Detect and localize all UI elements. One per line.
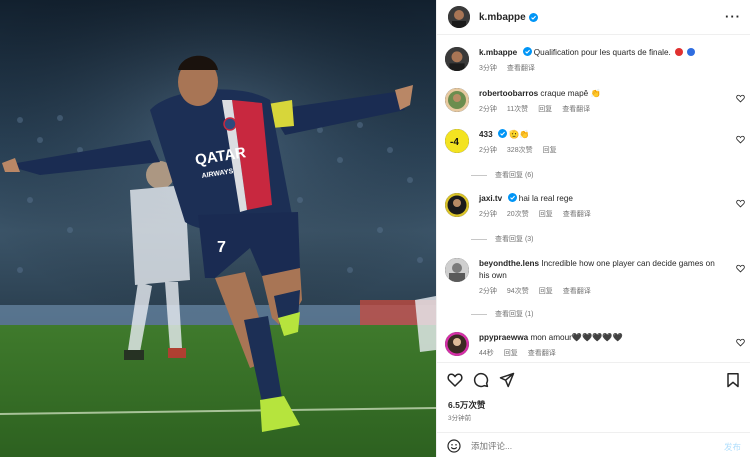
post-time: 3分钟前	[448, 415, 472, 422]
view-replies-button[interactable]: 查看回复 (3)	[471, 234, 534, 244]
see-translation-button[interactable]: 查看翻译	[563, 286, 591, 296]
heart-icon[interactable]	[736, 338, 745, 347]
verified-icon	[507, 193, 517, 202]
reply-button[interactable]: 回复	[504, 348, 518, 358]
post-side-panel: k.mbappe ··· k.mbappe Qualification pour…	[436, 0, 750, 457]
comment-composer: 发布	[437, 432, 750, 458]
instagram-post: QATAR AIRWAYS 7 k.mbappe ··· k.mbappe Qu…	[0, 0, 750, 457]
comment-likes[interactable]: 328次赞	[507, 145, 533, 155]
commenter-avatar[interactable]	[445, 88, 469, 112]
replies-divider	[471, 174, 487, 176]
comment-input[interactable]	[471, 440, 711, 451]
comment-username[interactable]: ppypraewwa	[479, 333, 528, 342]
comment-text: hai la real rege	[518, 194, 573, 203]
verified-icon	[522, 47, 532, 56]
save-icon[interactable]	[725, 372, 741, 388]
post-comment-button[interactable]: 发布	[724, 441, 741, 453]
view-replies-label: 查看回复 (1)	[495, 311, 534, 318]
emoji-icon[interactable]	[447, 438, 461, 453]
svg-text:-4: -4	[450, 137, 459, 148]
replies-divider	[471, 238, 487, 240]
verified-icon	[497, 129, 507, 138]
heart-icon[interactable]	[736, 264, 745, 273]
see-translation-button[interactable]: 查看翻译	[563, 209, 591, 219]
view-replies-button[interactable]: 查看回复 (1)	[471, 309, 534, 319]
heart-icon[interactable]	[736, 199, 745, 208]
reply-button[interactable]: 回复	[538, 104, 552, 114]
commenter-avatar[interactable]	[445, 258, 469, 282]
likes-count[interactable]: 6.5万次赞	[448, 399, 485, 411]
comment-time: 2分钟	[479, 288, 497, 295]
reply-button[interactable]: 回复	[539, 286, 553, 296]
post-header: k.mbappe ···	[437, 0, 750, 35]
see-translation-button[interactable]: 查看翻译	[562, 104, 590, 114]
view-replies-button[interactable]: 查看回复 (6)	[471, 170, 534, 180]
heart-icon[interactable]	[736, 135, 745, 144]
comment-time: 2分钟	[479, 106, 497, 113]
action-icons	[447, 372, 515, 388]
caption-time: 3分钟	[479, 65, 497, 72]
commenter-avatar[interactable]: -4	[445, 129, 469, 153]
commenter-avatar[interactable]	[445, 332, 469, 356]
comment-text: 🫡👏	[509, 130, 530, 139]
verified-icon	[528, 12, 538, 22]
reply-button[interactable]: 回复	[539, 209, 553, 219]
blue-circle-emoji	[687, 48, 696, 56]
post-actions: 6.5万次赞 3分钟前 发布	[437, 362, 750, 457]
comment-likes[interactable]: 11次赞	[507, 104, 528, 114]
commenter-avatar[interactable]	[445, 193, 469, 217]
red-circle-emoji	[675, 48, 684, 56]
comment-text: mon amour🖤🖤🖤🖤🖤	[530, 333, 623, 342]
football-player-photo: QATAR AIRWAYS 7	[0, 0, 436, 457]
comment-likes[interactable]: 94次赞	[507, 286, 529, 296]
reply-button[interactable]: 回复	[543, 145, 557, 155]
author-username[interactable]: k.mbappe	[479, 12, 526, 23]
post-photo: QATAR AIRWAYS 7	[0, 0, 436, 457]
comment-time: 44秒	[479, 350, 494, 357]
author-avatar[interactable]	[445, 47, 469, 71]
view-replies-label: 查看回复 (6)	[495, 172, 534, 179]
see-translation-button[interactable]: 查看翻译	[507, 63, 535, 73]
comment-username[interactable]: 433	[479, 130, 493, 139]
author-avatar[interactable]	[448, 6, 470, 28]
jersey-number: 7	[217, 239, 226, 256]
comment-icon[interactable]	[473, 372, 489, 388]
caption-text: Qualification pour les quarts de finale.	[533, 48, 671, 57]
comments-list: k.mbappe Qualification pour les quarts d…	[437, 36, 750, 362]
comment-username[interactable]: robertoobarros	[479, 89, 538, 98]
like-heart-icon[interactable]	[447, 372, 463, 388]
comment-time: 2分钟	[479, 147, 497, 154]
more-icon[interactable]: ···	[725, 9, 741, 24]
comment-text: craque mapê 👏	[540, 89, 601, 98]
comment-likes[interactable]: 20次赞	[507, 209, 529, 219]
caption-username[interactable]: k.mbappe	[479, 48, 517, 57]
comment-username[interactable]: jaxi.tv	[479, 194, 502, 203]
heart-icon[interactable]	[736, 94, 745, 103]
view-replies-label: 查看回复 (3)	[495, 236, 534, 243]
comment-username[interactable]: beyondthe.lens	[479, 259, 539, 268]
comment-time: 2分钟	[479, 211, 497, 218]
see-translation-button[interactable]: 查看翻译	[528, 348, 556, 358]
share-icon[interactable]	[499, 372, 515, 388]
replies-divider	[471, 313, 487, 315]
